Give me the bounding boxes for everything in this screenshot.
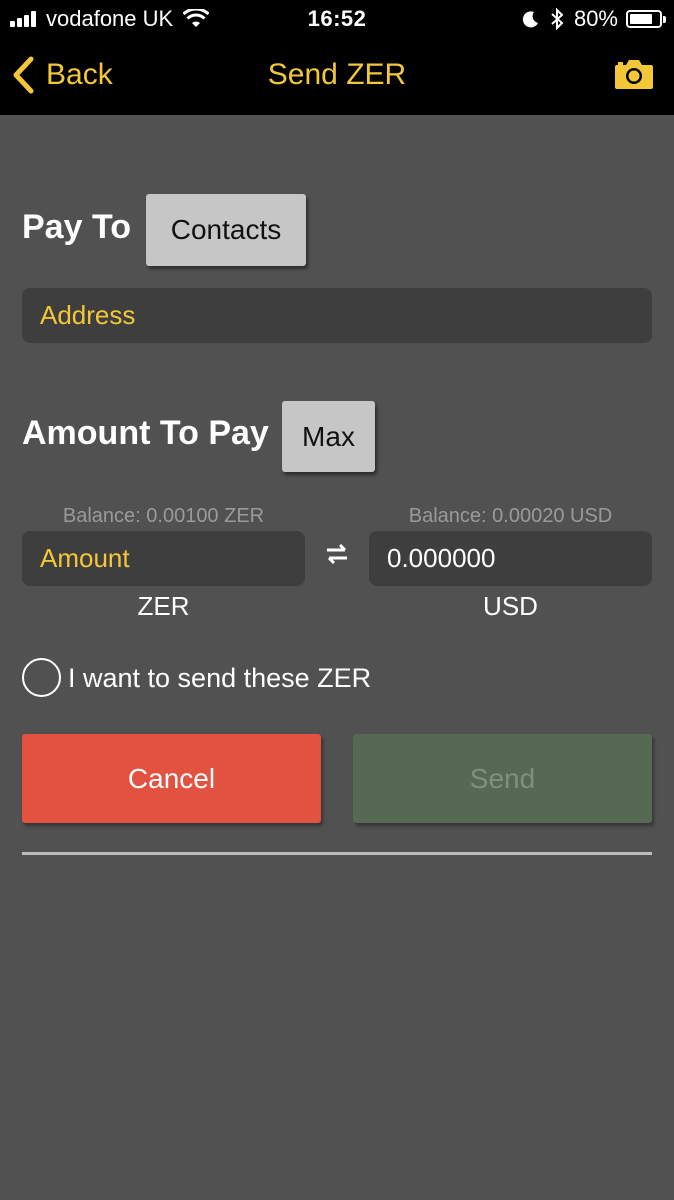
send-button[interactable]: Send [353,734,652,823]
battery-icon [626,10,666,28]
usd-balance: Balance: 0.00020 USD [408,505,613,527]
bluetooth-icon [551,8,564,30]
usd-unit-label: USD [483,591,538,621]
pay-to-label: Pay To [22,208,131,246]
zer-balance: Balance: 0.00100 ZER [62,505,265,527]
confirm-label[interactable]: I want to send these ZER [68,663,371,694]
moon-icon [522,11,538,28]
battery-fill [630,14,653,24]
amount-to-pay-label: Amount To Pay [22,414,269,452]
swap-arrows-icon[interactable] [325,543,349,565]
battery-percent: 80% [573,6,618,31]
zer-amount-input[interactable]: Amount [22,531,305,586]
status-bar: vodafone UK 16:52 80% [0,0,674,38]
usd-amount-input[interactable]: 0.000000 [369,531,652,586]
address-input[interactable]: Address [22,288,652,343]
cancel-button[interactable]: Cancel [22,734,321,823]
confirm-radio[interactable] [22,658,61,697]
camera-icon[interactable] [614,58,654,90]
status-right: 80% [522,6,666,32]
zer-unit-label: ZER [137,591,190,621]
contacts-button[interactable]: Contacts [146,194,306,266]
divider [22,852,652,855]
usd-amount-value: 0.000000 [387,543,496,573]
address-placeholder: Address [40,300,136,330]
page-title: Send ZER [267,58,407,91]
nav-bar: Back Send ZER [0,38,674,115]
zer-amount-placeholder: Amount [40,543,130,573]
max-button[interactable]: Max [282,401,375,472]
